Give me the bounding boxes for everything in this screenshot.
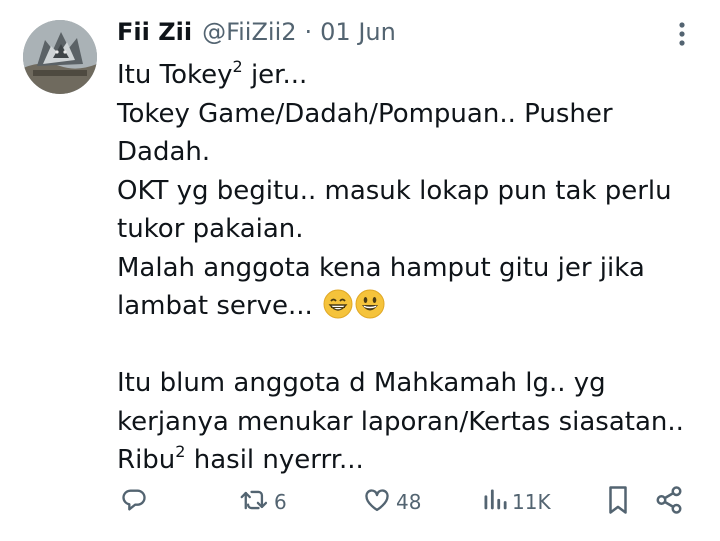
like-count: 48 bbox=[396, 490, 422, 514]
action-bar: 6 48 11K bbox=[0, 484, 720, 520]
views-icon bbox=[482, 486, 508, 518]
tweet-text: lambat serve... bbox=[117, 291, 322, 321]
header-separator: · bbox=[304, 18, 313, 46]
tweet-line: Ribu2 hasil nyerrr... bbox=[117, 441, 707, 480]
tweet-date[interactable]: 01 Jun bbox=[320, 18, 396, 46]
views-count: 11K bbox=[512, 490, 551, 514]
superscript: 2 bbox=[175, 442, 186, 461]
tweet-text: jer... bbox=[242, 60, 308, 90]
reply-button[interactable] bbox=[120, 484, 148, 520]
author-handle[interactable]: @FiiZii2 bbox=[202, 18, 296, 46]
bookmark-button[interactable] bbox=[605, 484, 631, 520]
grinning-teeth-emoji bbox=[323, 289, 353, 331]
tweet-line: Itu Tokey2 jer... bbox=[117, 56, 707, 95]
tweet-line: tukor pakaian. bbox=[117, 214, 304, 244]
tweet-body: Itu Tokey2 jer... Tokey Game/Dadah/Pompu… bbox=[117, 56, 707, 480]
retweet-button[interactable]: 6 bbox=[240, 484, 287, 520]
tweet-line: Itu blum anggota d Mahkamah lg.. yg bbox=[117, 368, 606, 398]
heart-icon bbox=[362, 486, 392, 518]
tweet-text: Itu Tokey bbox=[117, 60, 233, 90]
views-button[interactable]: 11K bbox=[482, 484, 551, 520]
retweet-count: 6 bbox=[274, 490, 287, 514]
tweet-line: kerjanya menukar laporan/Kertas siasatan… bbox=[117, 406, 684, 437]
like-button[interactable]: 48 bbox=[362, 484, 421, 520]
superscript: 2 bbox=[232, 57, 243, 76]
avatar[interactable] bbox=[23, 20, 97, 94]
share-icon bbox=[654, 485, 684, 519]
tweet: Fii Zii @FiiZii2 · 01 Jun Itu Tokey2 jer… bbox=[0, 0, 720, 541]
more-vertical-icon[interactable] bbox=[662, 16, 702, 52]
author-name[interactable]: Fii Zii bbox=[117, 18, 192, 46]
tweet-line: Malah anggota kena hamput gitu jer jika bbox=[117, 252, 645, 283]
share-button[interactable] bbox=[654, 484, 684, 520]
tweet-text: Ribu bbox=[117, 445, 176, 475]
tweet-line: lambat serve... bbox=[117, 287, 707, 326]
reply-icon bbox=[120, 486, 148, 518]
tweet-header: Fii Zii @FiiZii2 · 01 Jun bbox=[117, 14, 396, 50]
tweet-text: hasil nyerrr... bbox=[185, 445, 364, 475]
bookmark-icon bbox=[605, 485, 631, 519]
retweet-icon bbox=[240, 486, 270, 518]
grinning-face-emoji bbox=[355, 289, 385, 331]
tweet-line: Dadah. bbox=[117, 137, 211, 167]
tweet-line: Tokey Game/Dadah/Pompuan.. Pusher bbox=[117, 98, 613, 129]
tweet-line: OKT yg begitu.. masuk lokap pun tak perl… bbox=[117, 175, 672, 206]
